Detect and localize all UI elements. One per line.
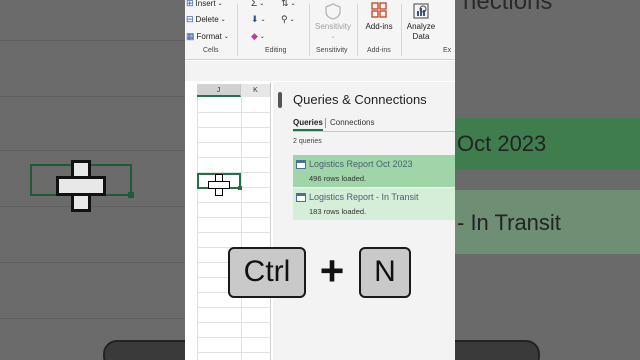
column-header-j[interactable]: J [197,84,241,97]
worksheet[interactable]: J K [185,82,271,360]
addins-icon [371,2,387,18]
fill-down-icon: ⬇ [251,14,259,24]
sort-filter-button[interactable]: ⇅ ⌄ [281,0,296,9]
pane-scroll-thumb[interactable] [278,92,282,108]
sensitivity-group-label: Sensitivity [316,47,348,54]
background-cursor-icon [56,160,106,212]
queries-connections-pane: Queries & Connections Queries Connection… [273,82,455,360]
addins-group-label: Add-ins [367,47,391,54]
video-frame: nections Oct 2023 - In Transit ⊞ Insert … [0,0,640,360]
insert-icon: ⊞ [186,0,194,8]
addins-button[interactable]: Add-ins [361,2,397,32]
pane-scrollbar[interactable] [278,92,282,360]
eraser-icon: ◆ [251,31,258,41]
tab-connections[interactable]: Connections [330,118,374,127]
query-item[interactable]: Logistics Report Oct 2023 496 rows loade… [293,155,455,187]
sort-filter-icon: ⇅ [281,0,289,8]
chevron-down-icon: ⌄ [217,1,223,7]
table-icon [296,193,306,202]
fill-handle[interactable] [238,186,242,190]
autosum-button[interactable]: Σ ⌄ [251,0,264,9]
cell-cursor-icon [208,174,230,196]
query-name: Logistics Report - In Transit [309,192,419,202]
analyze-data-icon [413,3,429,19]
table-icon [296,160,306,169]
excel-window: ⊞ Insert ⌄ ⊟ Delete ⌄ ▦ Format ⌄ Cells Σ… [185,0,455,360]
background-left-zoom [0,0,185,360]
search-icon: ⚲ [281,14,288,24]
tab-queries[interactable]: Queries [293,118,323,131]
ctrl-key-overlay: Ctrl [228,247,306,298]
ribbon: ⊞ Insert ⌄ ⊟ Delete ⌄ ▦ Format ⌄ Cells Σ… [185,0,455,60]
chevron-down-icon: ⌄ [289,17,295,23]
analysis-group-label: Ex [443,47,452,54]
editing-group-label: Editing [265,47,287,54]
format-button[interactable]: ▦ Format ⌄ [186,31,229,42]
query-count: 2 queries [293,138,322,145]
plus-sign-overlay: + [319,247,345,294]
chevron-down-icon: ⌄ [330,34,336,40]
cells-group-label: Cells [203,47,219,54]
sensitivity-icon [325,3,341,20]
sigma-icon: Σ [251,0,258,9]
clear-button[interactable]: ◆ ⌄ [251,31,265,42]
query-item[interactable]: Logistics Report - In Transit 183 rows l… [293,188,455,220]
n-key-overlay: N [359,247,411,298]
query-rows-status: 183 rows loaded. [309,207,367,216]
chevron-down-icon: ⌄ [259,34,265,40]
analyze-data-button[interactable]: Analyze Data [404,2,438,42]
sensitivity-button[interactable]: Sensitivity ⌄ [313,2,353,42]
chevron-down-icon: ⌄ [223,34,229,40]
delete-icon: ⊟ [186,14,194,24]
insert-button[interactable]: ⊞ Insert ⌄ [186,0,223,9]
query-rows-status: 496 rows loaded. [309,174,367,183]
chevron-down-icon: ⌄ [290,1,296,7]
fill-button[interactable]: ⬇ ⌄ [251,14,266,25]
chevron-down-icon: ⌄ [260,17,266,23]
format-icon: ▦ [186,31,195,41]
chevron-down-icon: ⌄ [259,1,265,7]
delete-button[interactable]: ⊟ Delete ⌄ [186,14,226,25]
find-select-button[interactable]: ⚲ ⌄ [281,14,295,25]
chevron-down-icon: ⌄ [220,17,226,23]
background-right-zoom: nections Oct 2023 - In Transit [455,0,640,360]
query-name: Logistics Report Oct 2023 [309,159,413,169]
pane-title: Queries & Connections [293,92,427,107]
column-header-k[interactable]: K [241,84,271,97]
